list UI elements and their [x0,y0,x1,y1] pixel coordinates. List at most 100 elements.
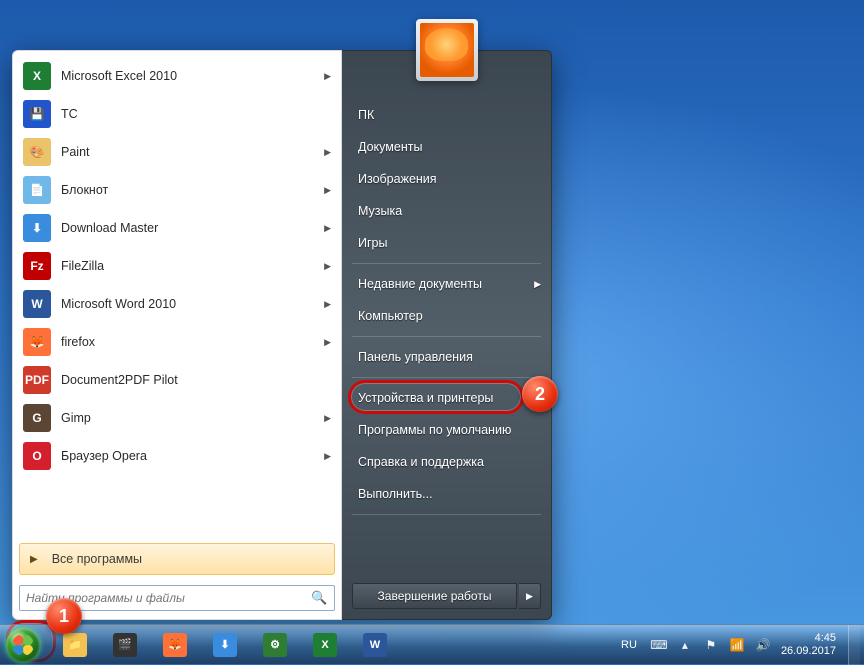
downloadmaster-icon: ⬇ [213,633,237,657]
clock-time: 4:45 [781,632,836,645]
keyboard-icon[interactable]: ⌨ [651,637,667,653]
start-menu: XMicrosoft Excel 2010▶💾TC🎨Paint▶📄Блокнот… [12,50,552,620]
submenu-arrow-icon: ▶ [534,279,541,290]
menu-separator [352,377,541,378]
pinned-app-notepad[interactable]: 📄 Блокнот▶ [15,171,339,209]
pinned-app-paint[interactable]: 🎨 Paint▶ [15,133,339,171]
pinned-app-pdf[interactable]: PDF Document2PDF Pilot [15,361,339,399]
app-label: Gimp [61,411,324,425]
callout-badge-2: 2 [522,376,558,412]
app-label: TC [61,107,331,121]
user-avatar-image [420,23,474,77]
settings-icon: ⚙ [263,633,287,657]
right-item-recent[interactable]: Недавние документы▶ [342,268,551,300]
language-indicator[interactable]: RU [617,637,641,653]
app-label: FileZilla [61,259,324,273]
windows-orb-icon [6,628,40,662]
excel-icon: X [313,633,337,657]
submenu-arrow-icon: ▶ [324,261,331,272]
submenu-arrow-icon: ▶ [324,337,331,348]
right-item-default_programs[interactable]: Программы по умолчанию [342,414,551,446]
all-programs-label: Все программы [52,552,142,566]
notepad-icon: 📄 [23,176,51,204]
callout-badge-1: 1 [46,598,82,634]
app-label: Microsoft Word 2010 [61,297,324,311]
shutdown-options-arrow[interactable]: ▶ [519,583,541,609]
pinned-app-excel[interactable]: X Microsoft Excel 2010▶ [15,57,339,95]
submenu-arrow-icon: ▶ [324,413,331,424]
submenu-arrow-icon: ▶ [324,223,331,234]
right-item-control_panel[interactable]: Панель управления [342,341,551,373]
pinned-app-word[interactable]: W Microsoft Word 2010▶ [15,285,339,323]
right-item-help[interactable]: Справка и поддержка [342,446,551,478]
taskbar-app-settings[interactable]: ⚙ [252,629,298,661]
firefox-icon: 🦊 [163,633,187,657]
menu-separator [352,263,541,264]
mpc-icon: 🎬 [113,633,137,657]
action-center-icon[interactable]: ⚑ [703,637,719,653]
app-label: Document2PDF Pilot [61,373,331,387]
taskbar-app-mpc[interactable]: 🎬 [102,629,148,661]
all-programs-arrow-icon: ▶ [30,554,38,565]
app-label: firefox [61,335,324,349]
taskbar: 📁🎬🦊⬇⚙XW RU ⌨ ▴ ⚑ 📶 🔊 4:45 26.09.2017 [0,624,864,664]
app-label: Paint [61,145,324,159]
tc-icon: 💾 [23,100,51,128]
excel-icon: X [23,62,51,90]
app-label: Microsoft Excel 2010 [61,69,324,83]
right-item-games[interactable]: Игры [342,227,551,259]
volume-icon[interactable]: 🔊 [755,637,771,653]
show-desktop-button[interactable] [848,625,860,665]
pinned-app-firefox[interactable]: 🦊 firefox▶ [15,323,339,361]
pdf-icon: PDF [23,366,51,394]
start-menu-right-pane: ПКДокументыИзображенияМузыкаИгры Недавние… [342,50,552,620]
shutdown-button[interactable]: Завершение работы [352,583,517,609]
app-label: Браузер Opera [61,449,324,463]
all-programs-button[interactable]: ▶ Все программы [19,543,335,575]
pinned-app-dm[interactable]: ⬇ Download Master▶ [15,209,339,247]
right-item-music[interactable]: Музыка [342,195,551,227]
right-item-computer[interactable]: Компьютер [342,300,551,332]
paint-icon: 🎨 [23,138,51,166]
right-item-documents[interactable]: Документы [342,131,551,163]
pinned-programs-list: XMicrosoft Excel 2010▶💾TC🎨Paint▶📄Блокнот… [13,51,341,541]
tray-expand-icon[interactable]: ▴ [677,637,693,653]
app-label: Download Master [61,221,324,235]
right-item-devices[interactable]: Устройства и принтеры [342,382,551,414]
taskbar-app-word[interactable]: W [352,629,398,661]
word-icon: W [23,290,51,318]
shutdown-row: Завершение работы ▶ [342,575,551,619]
submenu-arrow-icon: ▶ [324,185,331,196]
opera-icon: O [23,442,51,470]
search-icon: 🔍 [311,590,328,606]
submenu-arrow-icon: ▶ [324,71,331,82]
pinned-app-gimp[interactable]: G Gimp▶ [15,399,339,437]
right-item-run[interactable]: Выполнить... [342,478,551,510]
submenu-arrow-icon: ▶ [324,451,331,462]
gimp-icon: G [23,404,51,432]
pinned-app-filezilla[interactable]: Fz FileZilla▶ [15,247,339,285]
clock[interactable]: 4:45 26.09.2017 [781,632,838,657]
right-item-pc[interactable]: ПК [342,99,551,131]
right-item-pictures[interactable]: Изображения [342,163,551,195]
filezilla-icon: Fz [23,252,51,280]
pinned-app-tc[interactable]: 💾 TC [15,95,339,133]
taskbar-pinned-apps: 📁🎬🦊⬇⚙XW [46,629,398,661]
dm-icon: ⬇ [23,214,51,242]
word-icon: W [363,633,387,657]
start-button[interactable] [0,625,46,665]
app-label: Блокнот [61,183,324,197]
submenu-arrow-icon: ▶ [324,299,331,310]
submenu-arrow-icon: ▶ [324,147,331,158]
taskbar-app-downloadmaster[interactable]: ⬇ [202,629,248,661]
menu-separator [352,336,541,337]
clock-date: 26.09.2017 [781,645,836,658]
user-avatar-frame[interactable] [416,19,478,81]
firefox-icon: 🦊 [23,328,51,356]
taskbar-app-excel[interactable]: X [302,629,348,661]
taskbar-app-firefox[interactable]: 🦊 [152,629,198,661]
network-icon[interactable]: 📶 [729,637,745,653]
start-menu-left-pane: XMicrosoft Excel 2010▶💾TC🎨Paint▶📄Блокнот… [12,50,342,620]
menu-separator [352,514,541,515]
pinned-app-opera[interactable]: O Браузер Opera▶ [15,437,339,475]
